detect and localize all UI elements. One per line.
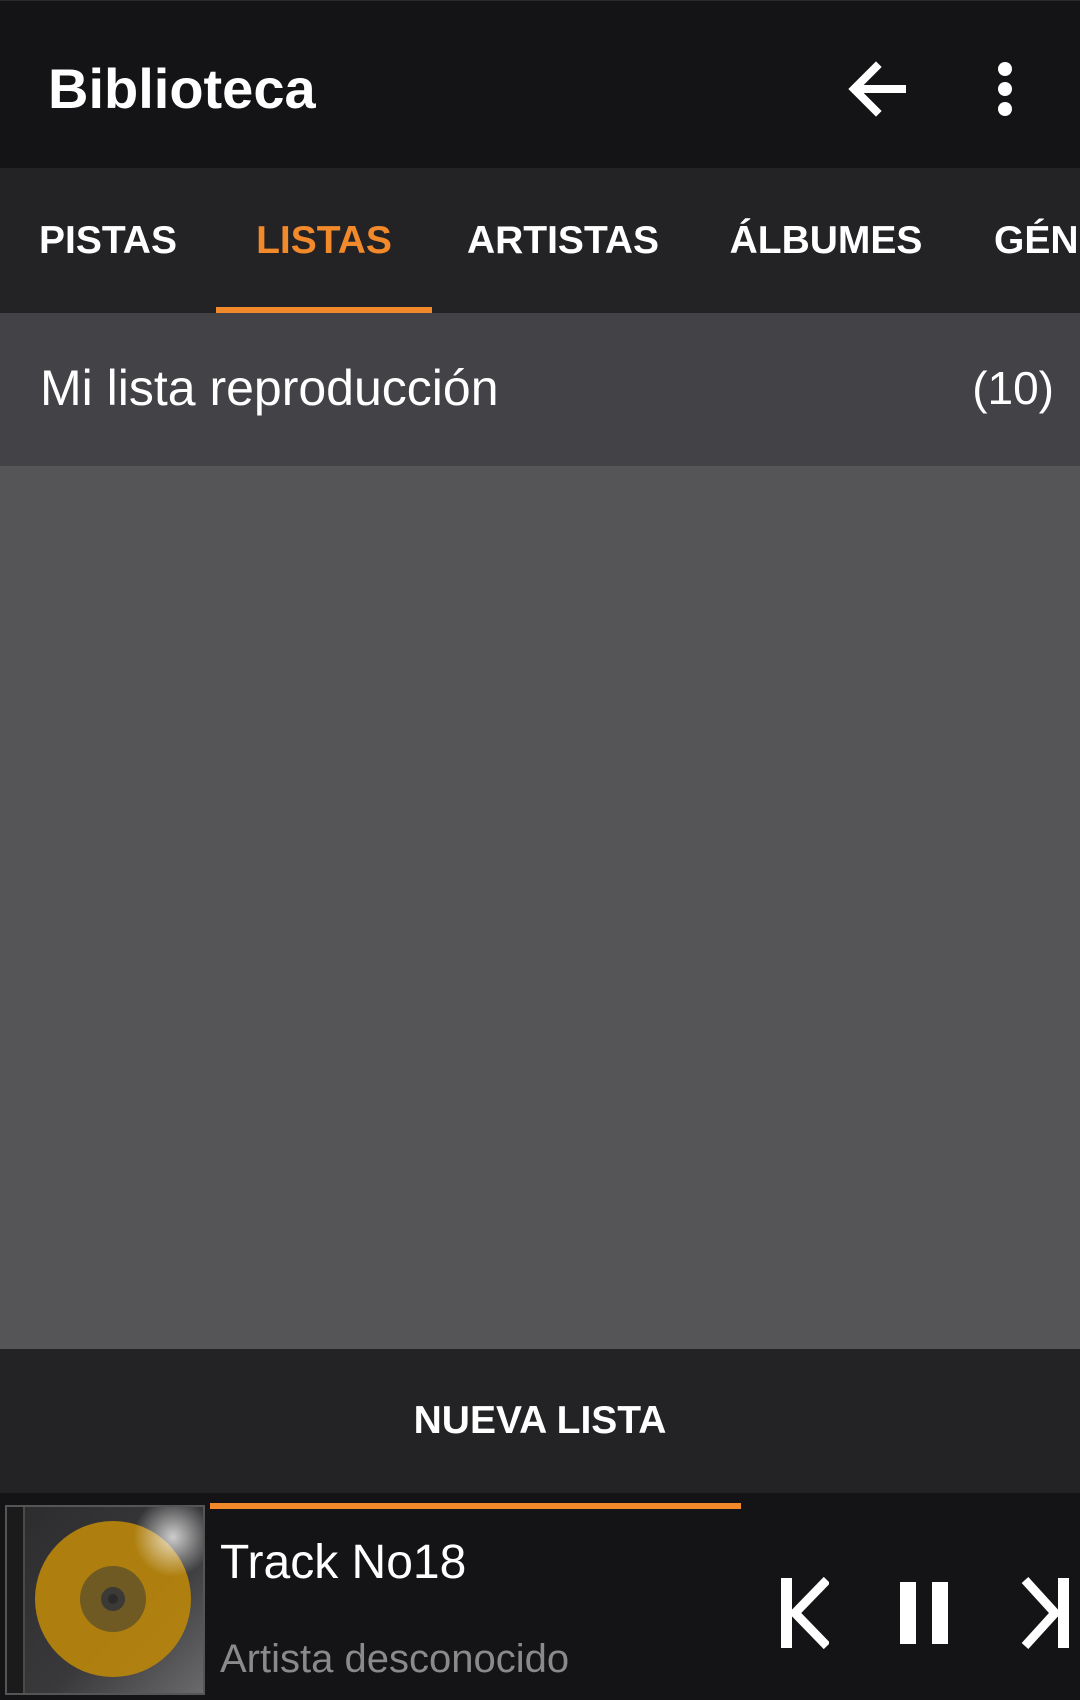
- tab-listas[interactable]: LISTAS: [216, 168, 432, 313]
- more-vertical-icon: [998, 62, 1012, 116]
- new-list-button[interactable]: NUEVA LISTA: [374, 1379, 707, 1463]
- playback-progress-bar[interactable]: [210, 1503, 741, 1509]
- app-bar: Biblioteca: [0, 0, 1080, 168]
- skip-previous-icon: [781, 1576, 829, 1650]
- skip-previous-button[interactable]: [776, 1573, 832, 1653]
- list-item[interactable]: Mi lista reproducción (10): [0, 313, 1080, 466]
- pause-icon: [900, 1582, 948, 1644]
- new-list-bar: NUEVA LISTA: [0, 1349, 1080, 1493]
- tab-bar: PISTAS LISTAS ARTISTAS ÁLBUMES GÉN: [0, 168, 1080, 313]
- page-title: Biblioteca: [48, 57, 316, 120]
- tab-generos[interactable]: GÉN: [958, 168, 1080, 313]
- tab-pistas[interactable]: PISTAS: [0, 168, 216, 313]
- album-cover[interactable]: [5, 1505, 205, 1695]
- arrow-left-icon: [848, 61, 906, 117]
- skip-next-button[interactable]: [1018, 1573, 1074, 1653]
- pause-button[interactable]: [892, 1573, 956, 1653]
- tab-artistas[interactable]: ARTISTAS: [432, 168, 694, 313]
- playlist-track-count: (10): [972, 362, 1054, 414]
- track-artist: Artista desconocido: [220, 1637, 570, 1681]
- more-options-button[interactable]: [980, 53, 1030, 125]
- track-title[interactable]: Track No18: [220, 1533, 466, 1593]
- skip-next-icon: [1021, 1576, 1069, 1650]
- back-button[interactable]: [836, 53, 916, 125]
- tab-albumes[interactable]: ÁLBUMES: [694, 168, 958, 313]
- mini-player: Track No18 Artista desconocido: [0, 1493, 1080, 1700]
- app-root: Biblioteca PISTAS LISTAS ARTISTAS ÁLBUME…: [0, 0, 1080, 1700]
- playlist-name: Mi lista reproducción: [40, 360, 499, 416]
